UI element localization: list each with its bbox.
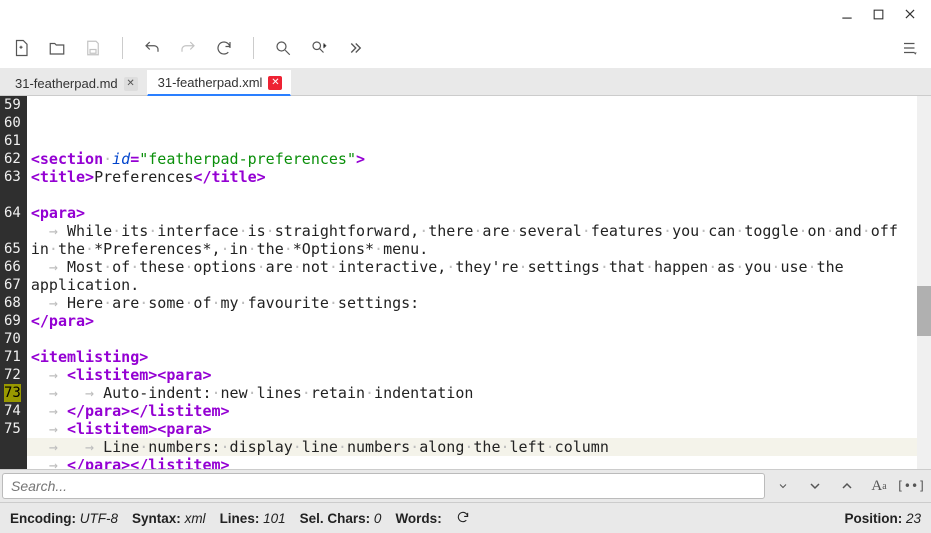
- line-number: 70: [4, 330, 21, 348]
- code-line[interactable]: application.: [27, 276, 931, 294]
- line-number: 64: [4, 204, 21, 222]
- line-number: 59: [4, 96, 21, 114]
- line-number: 65: [4, 240, 21, 258]
- status-words-label: Words:: [395, 511, 441, 526]
- status-sel-label: Sel. Chars:: [300, 511, 371, 526]
- menu-button[interactable]: [899, 37, 921, 59]
- find-replace-button[interactable]: [308, 37, 330, 59]
- search-prev-button[interactable]: [833, 473, 861, 499]
- line-number: 75: [4, 420, 21, 438]
- code-line[interactable]: → </para></listitem>: [27, 402, 931, 420]
- search-input[interactable]: [2, 473, 765, 499]
- scrollbar-thumb[interactable]: [917, 286, 931, 336]
- code-line[interactable]: in·the·*Preferences*,·in·the·*Options*·m…: [27, 240, 931, 258]
- line-number: 66: [4, 258, 21, 276]
- code-line[interactable]: <itemlisting>: [27, 348, 931, 366]
- save-file-button[interactable]: [82, 37, 104, 59]
- status-position-value: 23: [906, 511, 921, 526]
- match-case-button[interactable]: Aa: [865, 473, 893, 499]
- code-line[interactable]: <para>: [27, 204, 931, 222]
- line-number: 74: [4, 402, 21, 420]
- line-number: 63: [4, 168, 21, 186]
- code-line[interactable]: → While·its·interface·is·straightforward…: [27, 222, 931, 240]
- tab[interactable]: 31-featherpad.md ✕: [4, 71, 147, 95]
- status-encoding-value: UTF-8: [80, 511, 118, 526]
- code-line[interactable]: → Here·are·some·of·my·favourite·settings…: [27, 294, 931, 312]
- code-line[interactable]: [27, 330, 931, 348]
- line-number: 69: [4, 312, 21, 330]
- code-line[interactable]: → Most·of·these·options·are·not·interact…: [27, 258, 931, 276]
- tab-bar: 31-featherpad.md ✕ 31-featherpad.xml ✕: [0, 68, 931, 96]
- line-number: [4, 186, 21, 204]
- main-toolbar: [0, 28, 931, 68]
- tab-label: 31-featherpad.md: [15, 76, 118, 91]
- window-minimize-button[interactable]: [840, 7, 854, 21]
- tab[interactable]: 31-featherpad.xml ✕: [147, 70, 292, 96]
- tab-label: 31-featherpad.xml: [158, 75, 263, 90]
- code-line[interactable]: </para>: [27, 312, 931, 330]
- status-syntax-value: xml: [185, 511, 206, 526]
- status-encoding-label: Encoding:: [10, 511, 76, 526]
- code-line[interactable]: → <listitem><para>: [27, 366, 931, 384]
- code-area[interactable]: <section·id="featherpad-preferences"><ti…: [27, 96, 931, 469]
- status-lines-value: 101: [263, 511, 286, 526]
- undo-button[interactable]: [141, 37, 163, 59]
- search-history-dropdown[interactable]: [769, 473, 797, 499]
- status-sel-value: 0: [374, 511, 382, 526]
- tab-close-icon[interactable]: ✕: [124, 77, 138, 91]
- whole-word-button[interactable]: [••]: [897, 473, 925, 499]
- code-line[interactable]: → → Auto-indent:·new·lines·retain·indent…: [27, 384, 931, 402]
- line-number: 61: [4, 132, 21, 150]
- code-line[interactable]: → <listitem><para>: [27, 420, 931, 438]
- window-maximize-button[interactable]: [872, 8, 885, 21]
- status-position-label: Position:: [844, 511, 902, 526]
- line-number: 62: [4, 150, 21, 168]
- window-titlebar: [0, 0, 931, 28]
- code-line[interactable]: [27, 186, 931, 204]
- redo-button[interactable]: [177, 37, 199, 59]
- code-line[interactable]: <title>Preferences</title>: [27, 168, 931, 186]
- line-number: 72: [4, 366, 21, 384]
- vertical-scrollbar[interactable]: [917, 96, 931, 469]
- status-bar: Encoding: UTF-8 Syntax: xml Lines: 101 S…: [0, 503, 931, 533]
- word-count-refresh-button[interactable]: [456, 510, 476, 527]
- search-bar: Aa [••]: [0, 469, 931, 503]
- new-file-button[interactable]: [10, 37, 32, 59]
- find-button[interactable]: [272, 37, 294, 59]
- code-line[interactable]: <section·id="featherpad-preferences">: [27, 150, 931, 168]
- open-file-button[interactable]: [46, 37, 68, 59]
- reload-button[interactable]: [213, 37, 235, 59]
- search-next-button[interactable]: [801, 473, 829, 499]
- line-number: 73: [4, 384, 21, 402]
- line-number: 71: [4, 348, 21, 366]
- line-number: [4, 222, 21, 240]
- editor-area[interactable]: 5960616263 64 6566676869707172737475 <sect…: [0, 96, 931, 469]
- toolbar-overflow-button[interactable]: [344, 37, 366, 59]
- code-line[interactable]: → → Line·numbers:·display·line·numbers·a…: [27, 438, 931, 456]
- status-lines-label: Lines:: [220, 511, 260, 526]
- status-syntax-label: Syntax:: [132, 511, 181, 526]
- code-line[interactable]: → </para></listitem>: [27, 456, 931, 469]
- line-number: 68: [4, 294, 21, 312]
- line-number-gutter: 5960616263 64 6566676869707172737475: [0, 96, 27, 469]
- tab-close-icon[interactable]: ✕: [268, 76, 282, 90]
- line-number: 60: [4, 114, 21, 132]
- window-close-button[interactable]: [903, 7, 917, 21]
- line-number: 67: [4, 276, 21, 294]
